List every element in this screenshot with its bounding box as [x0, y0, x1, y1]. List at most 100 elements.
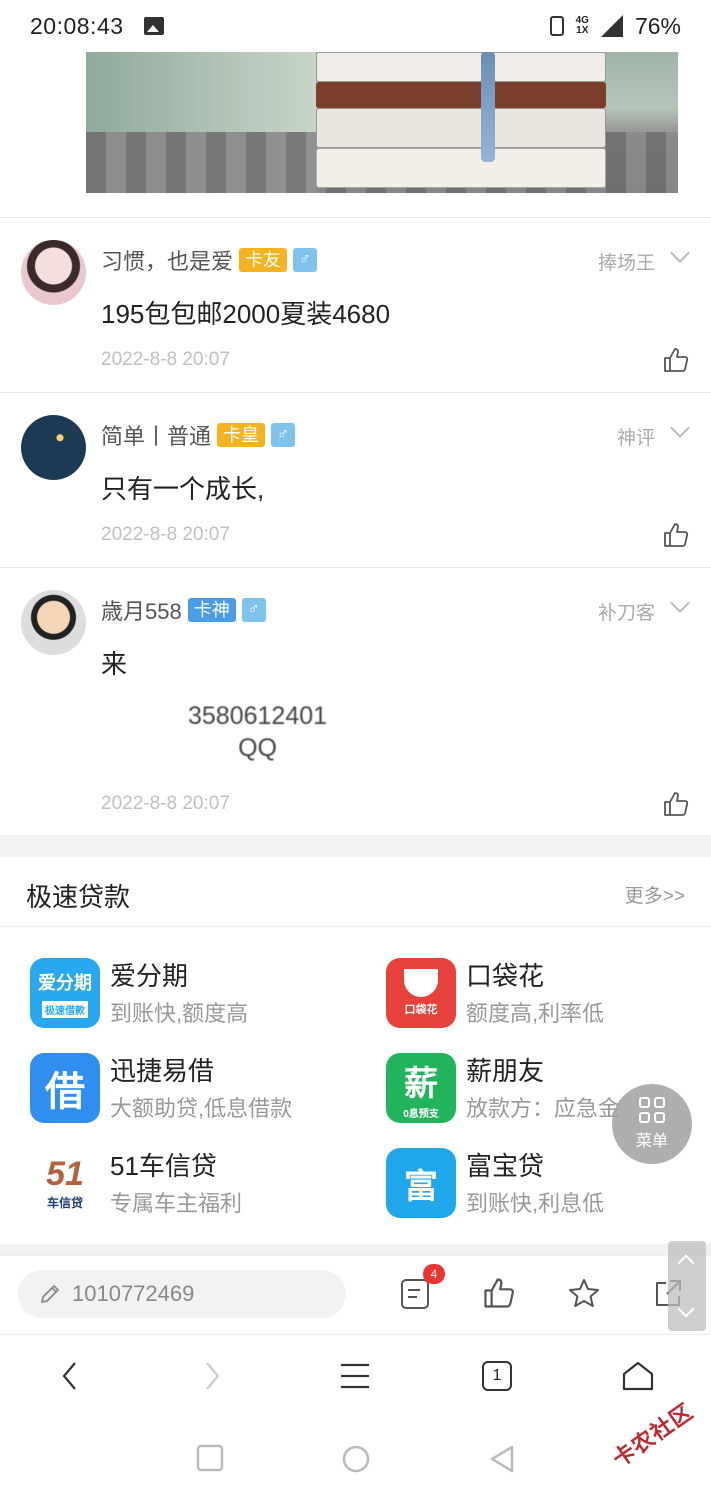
post-date: 2022-8-8 20:07 — [101, 793, 230, 814]
rank-label: 捧场王 — [597, 253, 655, 274]
network-icon: 4G 1X — [576, 16, 589, 36]
system-nav-bar — [0, 1416, 711, 1500]
thumbs-up-icon[interactable] — [663, 522, 689, 548]
system-back-icon[interactable] — [488, 1444, 516, 1474]
qq-label: QQ — [238, 734, 277, 762]
loan-desc: 到账快,额度高 — [110, 1001, 249, 1026]
loan-name: 爱分期 — [110, 961, 189, 991]
chevron-right-icon — [206, 1362, 220, 1390]
loan-name: 薪朋友 — [466, 1056, 545, 1086]
chevron-down-icon[interactable] — [670, 418, 690, 438]
pencil-icon — [41, 1285, 59, 1303]
browser-nav-bar: 1 — [0, 1336, 711, 1416]
loan-name: 迅捷易借 — [110, 1056, 215, 1086]
loan-item[interactable]: 借 迅捷易借 大额助贷,低息借款 — [30, 1049, 350, 1129]
xinpengyou-app-icon: 薪 0息预支 — [386, 1053, 456, 1123]
status-right: 4G 1X 76% — [549, 12, 681, 40]
gallery-icon — [143, 17, 164, 35]
rank-label: 神评 — [616, 428, 655, 449]
tab-count: 1 — [492, 1367, 502, 1384]
qq-number: 3580612401 — [188, 702, 328, 730]
avatar[interactable] — [21, 240, 86, 305]
comment-input[interactable]: 1010772469 — [18, 1270, 346, 1318]
signal-icon — [600, 15, 623, 37]
hamburger-icon — [341, 1363, 369, 1389]
loan-item[interactable]: 口袋花 口袋花 额度高,利率低 — [386, 954, 706, 1034]
forward-button[interactable] — [192, 1356, 232, 1396]
post-item: 简单丨普通 卡皇 ♂ 神评 只有一个成长, 2022-8-8 20:07 — [0, 393, 711, 567]
post-author: 歳月558 卡神 ♂ — [101, 594, 266, 626]
chevron-down-icon[interactable] — [670, 593, 690, 613]
username[interactable]: 歳月558 — [101, 594, 182, 626]
username[interactable]: 简单丨普通 — [101, 419, 211, 451]
aifenqi-app-icon: 爱分期 极速借款 — [30, 958, 100, 1028]
xunjie-app-icon: 借 — [30, 1053, 100, 1123]
post-date: 2022-8-8 20:07 — [101, 349, 230, 370]
post-author: 简单丨普通 卡皇 ♂ — [101, 419, 296, 451]
loan-name: 51车信贷 — [110, 1151, 217, 1181]
back-button[interactable] — [50, 1356, 90, 1396]
thumbs-up-icon[interactable] — [483, 1276, 515, 1310]
comment-bar: 1010772469 4 — [0, 1255, 711, 1335]
loan-item[interactable]: 爱分期 极速借款 爱分期 到账快,额度高 — [30, 954, 350, 1034]
more-link[interactable]: 更多>> — [625, 881, 685, 908]
post-content: 只有一个成长, — [101, 474, 265, 504]
thumbs-up-icon[interactable] — [663, 791, 689, 817]
loan-desc: 大额助贷,低息借款 — [110, 1096, 293, 1121]
thumbs-up-icon[interactable] — [663, 347, 689, 373]
banner-book — [316, 82, 606, 108]
network-sub: 1X — [576, 25, 589, 36]
chevron-down-icon[interactable] — [670, 243, 690, 263]
gender-male-icon: ♂ — [241, 598, 266, 622]
fubaodai-app-icon: 富 — [386, 1148, 456, 1218]
banner-book — [316, 108, 606, 148]
loan-name: 口袋花 — [466, 961, 545, 991]
post-content: 来 — [101, 649, 128, 679]
tabs-button[interactable]: 1 — [477, 1356, 517, 1396]
banner-book — [316, 52, 606, 82]
star-icon[interactable] — [568, 1276, 600, 1310]
avatar[interactable] — [21, 415, 86, 480]
menu-label: 菜单 — [635, 1133, 668, 1150]
vibrate-icon — [549, 16, 564, 36]
loan-desc: 到账快,利息低 — [466, 1191, 605, 1216]
koudaihua-app-icon: 口袋花 — [386, 958, 456, 1028]
post-author: 习惯，也是爱 卡友 ♂ — [101, 244, 318, 276]
chevron-up-icon[interactable] — [677, 1254, 695, 1272]
menu-list-button[interactable] — [335, 1356, 375, 1396]
avatar[interactable] — [21, 590, 86, 655]
home-icon — [622, 1361, 654, 1391]
loan-item[interactable]: 51 车信贷 51车信贷 专属车主福利 — [30, 1144, 350, 1224]
screen: 20:08:43 4G 1X 76% 习惯，也是爱 卡友 ♂ 捧场王 195包包… — [0, 0, 711, 1500]
level-badge: 卡友 — [239, 248, 288, 272]
post-image-text[interactable]: 3580612401 QQ — [188, 700, 327, 764]
post-date: 2022-8-8 20:07 — [101, 524, 230, 545]
battery-level: 76% — [634, 12, 681, 39]
comment-input-value: 1010772469 — [72, 1281, 195, 1306]
gender-male-icon: ♂ — [293, 248, 318, 272]
username[interactable]: 习惯，也是爱 — [101, 244, 233, 276]
comment-count-badge: 4 — [423, 1264, 445, 1284]
section-title: 极速贷款 — [26, 882, 131, 912]
level-badge: 卡皇 — [217, 423, 266, 447]
51chexindai-app-icon: 51 车信贷 — [30, 1148, 100, 1218]
chevron-down-icon[interactable] — [677, 1300, 695, 1318]
section-gap — [0, 835, 711, 857]
post-content: 195包包邮2000夏装4680 — [101, 299, 391, 329]
status-time: 20:08:43 — [30, 12, 124, 39]
home-button[interactable] — [618, 1356, 658, 1396]
menu-button[interactable]: 菜单 — [612, 1084, 692, 1164]
post-item: 歳月558 卡神 ♂ 补刀客 来 3580612401 QQ 2022-8-8 … — [0, 568, 711, 836]
loan-desc: 放款方：应急金 — [466, 1096, 621, 1121]
banner-tassel — [481, 52, 495, 162]
loan-desc: 专属车主福利 — [110, 1191, 243, 1216]
banner-image[interactable] — [86, 52, 678, 193]
system-home-icon[interactable] — [341, 1444, 371, 1474]
scroll-control[interactable] — [668, 1241, 706, 1331]
recents-icon[interactable] — [196, 1444, 224, 1472]
grid-icon — [639, 1097, 665, 1123]
loan-desc: 额度高,利率低 — [466, 1001, 605, 1026]
status-bar: 20:08:43 4G 1X 76% — [0, 0, 711, 52]
loan-name: 富宝贷 — [466, 1151, 545, 1181]
post-item: 习惯，也是爱 卡友 ♂ 捧场王 195包包邮2000夏装4680 2022-8-… — [0, 218, 711, 392]
